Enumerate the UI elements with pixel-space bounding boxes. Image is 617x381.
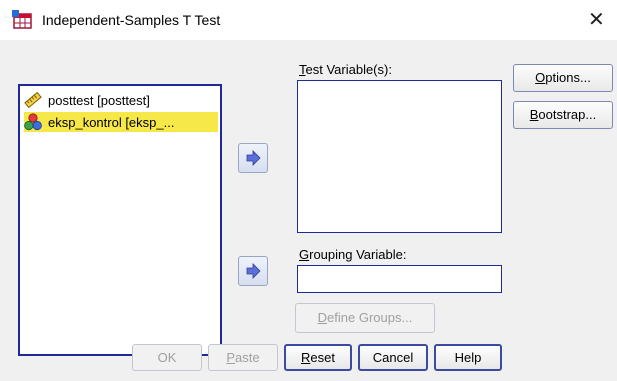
ok-button[interactable]: OK: [132, 344, 202, 371]
scale-ruler-icon: [24, 91, 42, 109]
define-groups-button[interactable]: Define Groups...: [295, 303, 435, 333]
close-icon[interactable]: ✕: [588, 8, 605, 32]
list-item-eksp-kontrol[interactable]: eksp_kontrol [eksp_...: [24, 112, 218, 132]
nominal-circles-icon: [24, 113, 42, 131]
grouping-variable-label: Grouping Variable:: [299, 247, 407, 262]
window-title: Independent-Samples T Test: [42, 12, 221, 28]
list-item-posttest[interactable]: posttest [posttest]: [24, 90, 218, 110]
reset-button[interactable]: Reset: [284, 344, 352, 371]
help-button[interactable]: Help: [434, 344, 502, 371]
bootstrap-button[interactable]: Bootstrap...: [513, 101, 613, 129]
list-item-label: posttest [posttest]: [48, 92, 150, 108]
move-to-test-variables-button[interactable]: [238, 143, 268, 173]
options-button[interactable]: Options...: [513, 64, 613, 92]
test-variables-label: Test Variable(s):: [299, 62, 392, 77]
source-variable-list[interactable]: posttest [posttest] eksp_kontrol [eksp_.…: [18, 84, 222, 356]
grouping-variable-field[interactable]: [297, 265, 502, 293]
move-to-grouping-variable-button[interactable]: [238, 256, 268, 286]
list-item-label: eksp_kontrol [eksp_...: [48, 114, 175, 130]
title-bar: Independent-Samples T Test ✕: [0, 0, 617, 40]
spss-table-icon: [12, 10, 34, 30]
right-arrow-icon: [246, 150, 261, 166]
right-arrow-icon: [246, 263, 261, 279]
test-variables-list[interactable]: [297, 80, 502, 233]
cancel-button[interactable]: Cancel: [358, 344, 428, 371]
paste-button[interactable]: Paste: [208, 344, 278, 371]
